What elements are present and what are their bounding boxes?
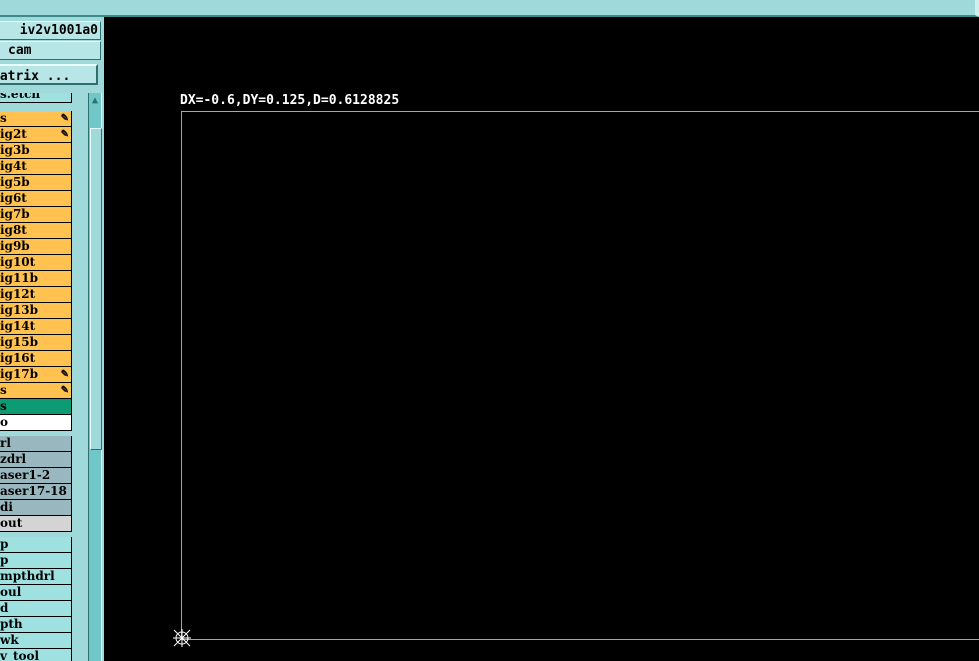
layer-row[interactable]: ig13b <box>0 303 72 319</box>
layer-row[interactable]: p <box>0 537 72 553</box>
layer-label: p <box>0 553 9 567</box>
layer-row[interactable]: ig2t ✎ <box>0 127 72 143</box>
layer-list: s.etch s ✎ ig2t ✎ ig3b ig4t ig5b ig6t ig7b ig8t ig… <box>0 93 72 661</box>
pencil-icon: ✎ <box>60 369 69 380</box>
layer-label: ig4t <box>0 159 27 173</box>
layer-row[interactable]: ig6t <box>0 191 72 207</box>
layer-label: p <box>0 537 9 551</box>
layer-label: ig16t <box>0 351 36 365</box>
arrow-up-icon[interactable]: ▲ <box>89 95 101 107</box>
graphics-canvas[interactable]: DX=-0.6,DY=0.125,D=0.6128825 <box>104 17 979 661</box>
layer-row[interactable]: ig3b <box>0 143 72 159</box>
layer-row[interactable]: ig15b <box>0 335 72 351</box>
layer-panel: iv2v1001a0 cam Matrix ... s.etch s✎ig2t✎… <box>0 17 104 661</box>
layer-row[interactable]: ig5b <box>0 175 72 191</box>
layer-label: wk <box>0 633 19 647</box>
layer-label: ig3b <box>0 143 30 157</box>
job-name-field[interactable]: iv2v1001a0 <box>0 21 101 40</box>
layer-label: ig11b <box>0 271 39 285</box>
layer-list-partial-item[interactable]: s.etch <box>0 93 72 103</box>
layer-label: out <box>0 516 23 530</box>
layer-label: ig10t <box>0 255 36 269</box>
datum-crosshair-icon <box>173 629 191 647</box>
layer-row[interactable]: s <box>0 399 72 415</box>
layer-row[interactable]: ig7b <box>0 207 72 223</box>
layer-label: s <box>0 383 7 397</box>
layer-row[interactable]: di <box>0 500 72 516</box>
scrollbar-thumb[interactable] <box>90 128 102 450</box>
layer-label: v_tool <box>0 649 40 661</box>
layer-label: pth <box>0 617 23 631</box>
layer-label: oul <box>0 585 22 599</box>
layer-row[interactable]: s ✎ <box>0 383 72 399</box>
layer-row[interactable]: s ✎ <box>0 111 72 127</box>
layer-row[interactable]: ig14t <box>0 319 72 335</box>
layer-label: aser17-18 <box>0 484 67 498</box>
layer-row[interactable]: ig12t <box>0 287 72 303</box>
layer-label: ig8t <box>0 223 27 237</box>
layer-label: ig6t <box>0 191 27 205</box>
layer-row[interactable]: o <box>0 415 72 431</box>
job-type-field[interactable]: cam <box>0 41 101 60</box>
layer-label: ig17b <box>0 367 39 381</box>
layer-row[interactable]: zdrl <box>0 452 72 468</box>
layer-label: mpthdrl <box>0 569 55 583</box>
layer-label: ig15b <box>0 335 39 349</box>
layer-row[interactable]: p <box>0 553 72 569</box>
pencil-icon: ✎ <box>60 113 69 124</box>
scrollbar-track[interactable]: ▲ <box>88 93 102 661</box>
layer-label: rl <box>0 436 11 450</box>
layer-label: ig13b <box>0 303 39 317</box>
layer-row[interactable]: ig9b <box>0 239 72 255</box>
measure-readout: DX=-0.6,DY=0.125,D=0.6128825 <box>180 93 400 108</box>
pencil-icon: ✎ <box>60 129 69 140</box>
layer-label: di <box>0 500 13 514</box>
layer-row[interactable]: aser1-2 <box>0 468 72 484</box>
layer-row[interactable]: mpthdrl <box>0 569 72 585</box>
layer-row[interactable]: aser17-18 <box>0 484 72 500</box>
matrix-button[interactable]: Matrix ... <box>0 64 98 85</box>
top-toolbar <box>0 0 979 17</box>
job-type-text: cam <box>8 43 32 58</box>
matrix-button-label: Matrix ... <box>0 69 71 84</box>
layer-label: s.etch <box>0 93 41 101</box>
layer-row[interactable]: ig4t <box>0 159 72 175</box>
layer-label: o <box>0 415 9 429</box>
layer-row[interactable]: pth <box>0 617 72 633</box>
layer-row[interactable]: oul <box>0 585 72 601</box>
layer-label: ig5b <box>0 175 30 189</box>
layer-label: s <box>0 111 7 125</box>
layer-row[interactable]: ig16t <box>0 351 72 367</box>
layer-row[interactable]: ig10t <box>0 255 72 271</box>
layer-row[interactable]: wk <box>0 633 72 649</box>
layer-label: ig14t <box>0 319 36 333</box>
layer-label: ig12t <box>0 287 36 301</box>
layer-row[interactable]: ig17b ✎ <box>0 367 72 383</box>
layer-row[interactable]: ig8t <box>0 223 72 239</box>
layer-label: ig2t <box>0 127 27 141</box>
layer-label: s <box>0 399 7 413</box>
layer-row[interactable]: rl <box>0 436 72 452</box>
layer-list-scrollbar[interactable]: ▲ <box>74 93 104 661</box>
layer-row[interactable]: ig11b <box>0 271 72 287</box>
board-profile-outline <box>181 111 979 640</box>
layer-row[interactable]: v_tool <box>0 649 72 661</box>
layer-label: ig7b <box>0 207 30 221</box>
layer-label: d <box>0 601 9 615</box>
layer-label: aser1-2 <box>0 468 51 482</box>
job-name-text: iv2v1001a0 <box>19 23 98 38</box>
layer-row[interactable]: d <box>0 601 72 617</box>
pencil-icon: ✎ <box>60 385 69 396</box>
layer-label: zdrl <box>0 452 27 466</box>
layer-label: ig9b <box>0 239 30 253</box>
layer-row[interactable]: out <box>0 516 72 532</box>
